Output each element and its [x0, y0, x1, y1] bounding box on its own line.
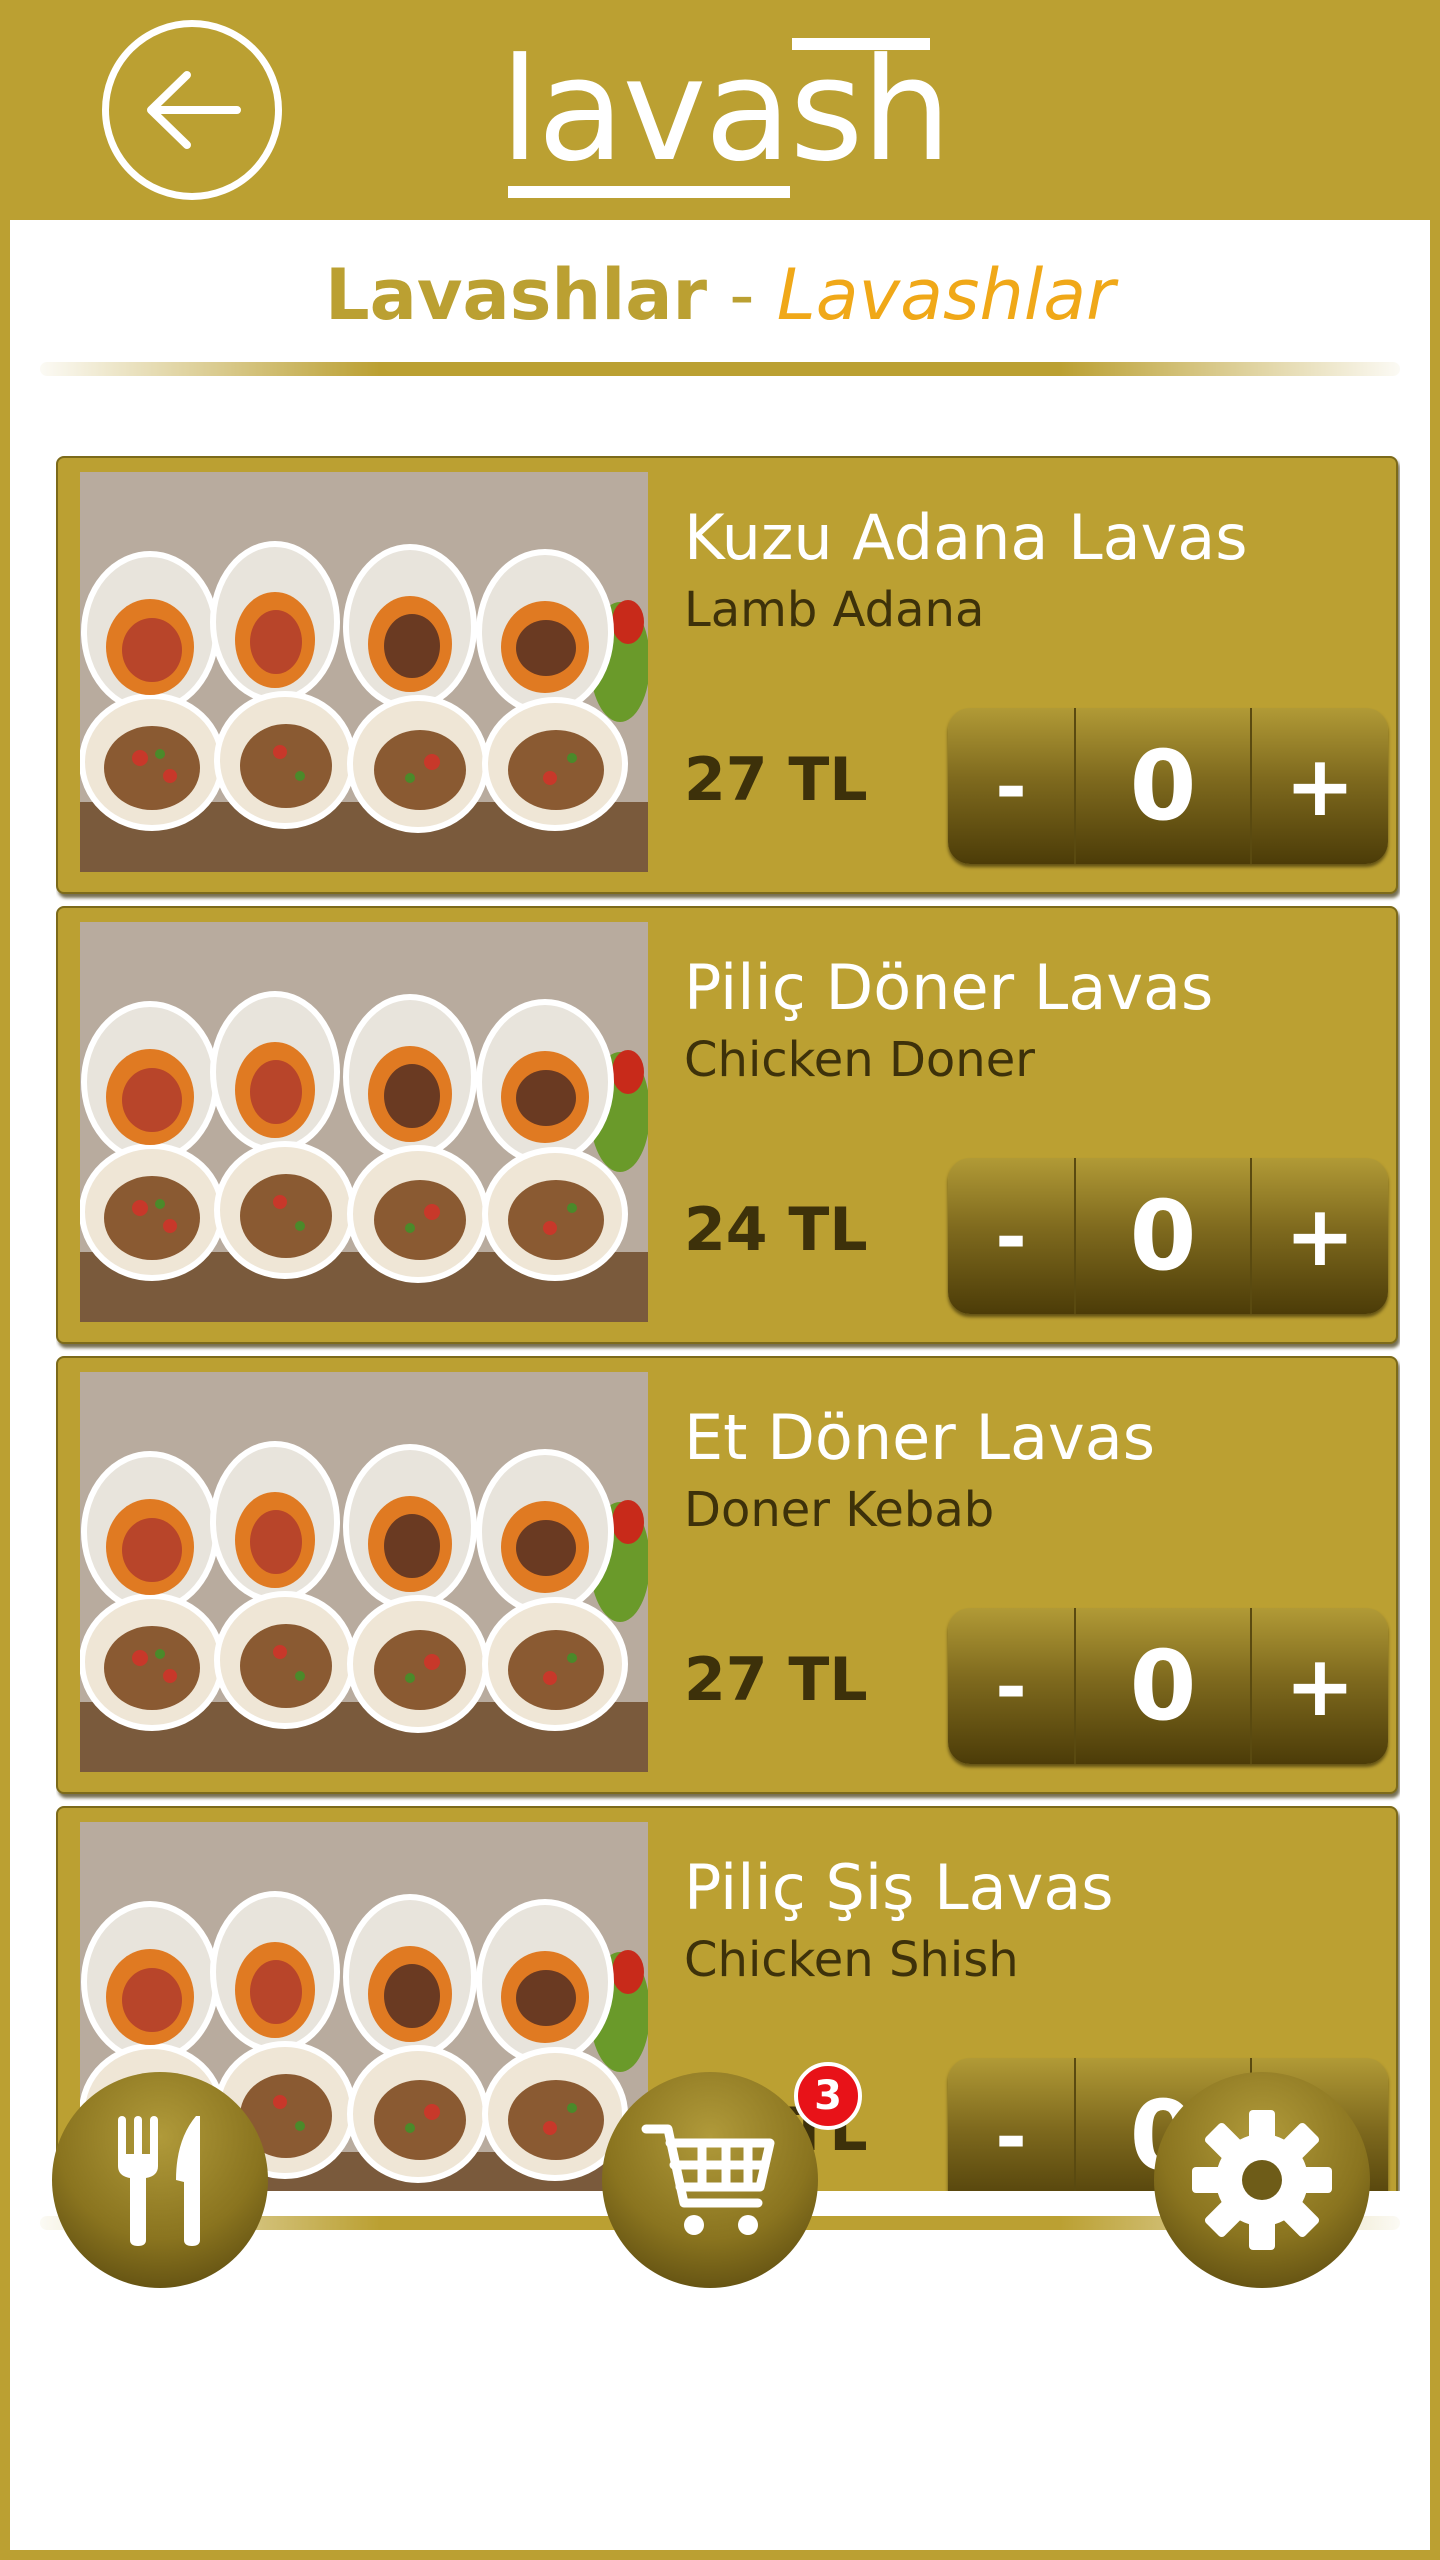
decrease-button[interactable]: - [948, 2058, 1076, 2191]
increase-button[interactable]: + [1252, 708, 1388, 864]
product-price: 24 TL [684, 1195, 868, 1265]
shopping-cart-icon [641, 2124, 775, 2235]
product-photo [80, 922, 648, 1322]
product-photo [80, 472, 648, 872]
increase-button[interactable]: + [1252, 1608, 1388, 1764]
decrease-button[interactable]: - [948, 708, 1076, 864]
increase-button[interactable]: + [1252, 1158, 1388, 1314]
decrease-button[interactable]: - [948, 1608, 1076, 1764]
category-title-separator: - [729, 254, 755, 336]
product-card[interactable]: Et Döner Lavas Doner Kebab 27 TL - 0 + [56, 1356, 1398, 1794]
quantity-stepper[interactable]: - 0 + [948, 708, 1388, 864]
quantity-value[interactable]: 0 [1076, 708, 1252, 864]
cart-count-badge: 3 [794, 2062, 862, 2130]
product-subtitle: Chicken Doner [684, 1032, 1035, 1088]
quantity-stepper[interactable]: - 0 + [948, 1608, 1388, 1764]
quantity-value[interactable]: 0 [1076, 1158, 1252, 1314]
decrease-button[interactable]: - [948, 1158, 1076, 1314]
settings-button[interactable] [1154, 2072, 1370, 2288]
product-price: 27 TL [684, 1645, 868, 1715]
quantity-value[interactable]: 0 [1076, 1608, 1252, 1764]
product-name: Piliç Şiş Lavas [684, 1851, 1114, 1924]
product-card[interactable]: Piliç Döner Lavas Chicken Doner 24 TL - … [56, 906, 1398, 1344]
product-name: Piliç Döner Lavas [684, 951, 1214, 1024]
app-header: lavash [0, 0, 1440, 220]
product-list[interactable]: Kuzu Adana Lavas Lamb Adana 27 TL - 0 + [56, 456, 1400, 2191]
top-divider [40, 362, 1400, 376]
brand-logo: lavash [500, 28, 952, 206]
category-title-primary: Lavashlar [325, 254, 707, 336]
category-title: Lavashlar - Lavashlar [10, 240, 1430, 350]
product-name: Kuzu Adana Lavas [684, 501, 1248, 574]
gear-icon [1192, 2110, 1332, 2250]
back-button[interactable] [102, 20, 282, 200]
quantity-stepper[interactable]: - 0 + [948, 1158, 1388, 1314]
product-photo [80, 1372, 648, 1772]
fork-knife-icon [118, 2116, 200, 2246]
logo-overline [792, 38, 930, 50]
product-subtitle: Doner Kebab [684, 1482, 995, 1538]
cart-button[interactable] [602, 2072, 818, 2288]
logo-underline [508, 186, 790, 198]
product-name: Et Döner Lavas [684, 1401, 1156, 1474]
product-card[interactable]: Kuzu Adana Lavas Lamb Adana 27 TL - 0 + [56, 456, 1398, 894]
product-subtitle: Lamb Adana [684, 582, 985, 638]
arrow-left-icon [147, 71, 241, 149]
category-title-secondary: Lavashlar [776, 254, 1115, 336]
product-subtitle: Chicken Shish [684, 1932, 1019, 1988]
menu-button[interactable] [52, 2072, 268, 2288]
product-price: 27 TL [684, 745, 868, 815]
logo-text: lavash [500, 28, 952, 193]
